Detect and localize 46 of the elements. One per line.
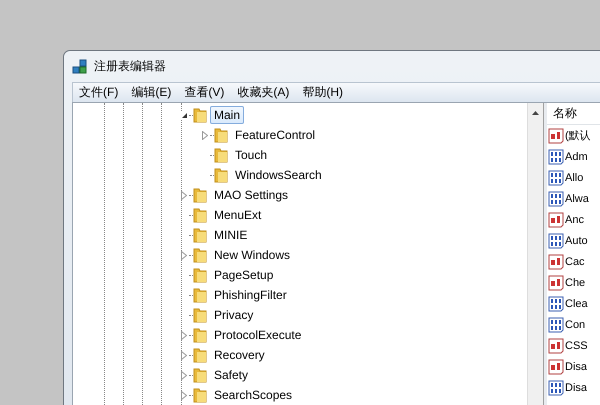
menu-item[interactable]: 收藏夹(A)	[231, 84, 296, 101]
collapsed-arrow-icon[interactable]	[181, 370, 187, 380]
window-title: 注册表编辑器	[94, 58, 166, 75]
folder-icon	[193, 307, 207, 323]
value-name[interactable]: Disa	[565, 382, 588, 394]
scroll-up-icon[interactable]	[532, 111, 539, 115]
value-name[interactable]: Allo	[565, 172, 584, 184]
collapsed-arrow-icon[interactable]	[181, 190, 187, 200]
expanded-arrow-icon[interactable]	[180, 112, 188, 118]
cubes-icon	[72, 58, 88, 74]
folder-icon	[214, 147, 228, 163]
collapsed-arrow-icon[interactable]	[181, 250, 187, 260]
folder-icon	[193, 187, 207, 203]
value-name[interactable]: Con	[565, 318, 586, 330]
menu-item[interactable]: 帮助(H)	[296, 84, 350, 101]
collapsed-arrow-icon[interactable]	[181, 330, 187, 340]
value-name[interactable]: Alwa	[565, 192, 589, 204]
folder-icon	[193, 267, 207, 283]
value-name[interactable]: Disa	[565, 360, 588, 372]
folder-icon	[193, 287, 207, 303]
folder-icon	[193, 327, 207, 343]
value-name[interactable]: Auto	[565, 234, 588, 246]
collapsed-arrow-icon[interactable]	[181, 350, 187, 360]
collapsed-arrow-icon[interactable]	[181, 390, 187, 400]
folder-icon	[193, 247, 207, 263]
value-name[interactable]: CSS	[565, 340, 588, 352]
value-name[interactable]: (默认	[565, 128, 591, 143]
menu-item[interactable]: 文件(F)	[73, 84, 126, 101]
scrollbar[interactable]	[527, 103, 543, 405]
menu-item[interactable]: 编辑(E)	[125, 84, 178, 101]
folder-icon	[214, 167, 228, 183]
value-name[interactable]: Anc	[565, 214, 584, 226]
value-name[interactable]: Che	[565, 276, 586, 288]
folder-icon	[193, 347, 207, 363]
value-name[interactable]: Adm	[565, 150, 588, 162]
tree-item[interactable]: Main	[210, 106, 244, 124]
folder-icon	[193, 227, 207, 243]
folder-icon	[193, 387, 207, 403]
folder-icon	[214, 127, 228, 143]
menu-item[interactable]: 查看(V)	[178, 84, 232, 101]
folder-icon	[193, 367, 207, 383]
collapsed-arrow-icon[interactable]	[202, 130, 208, 140]
value-name[interactable]: Clea	[565, 298, 588, 310]
folder-icon	[193, 107, 207, 123]
folder-icon	[193, 207, 207, 223]
value-name[interactable]: Cac	[565, 256, 585, 268]
